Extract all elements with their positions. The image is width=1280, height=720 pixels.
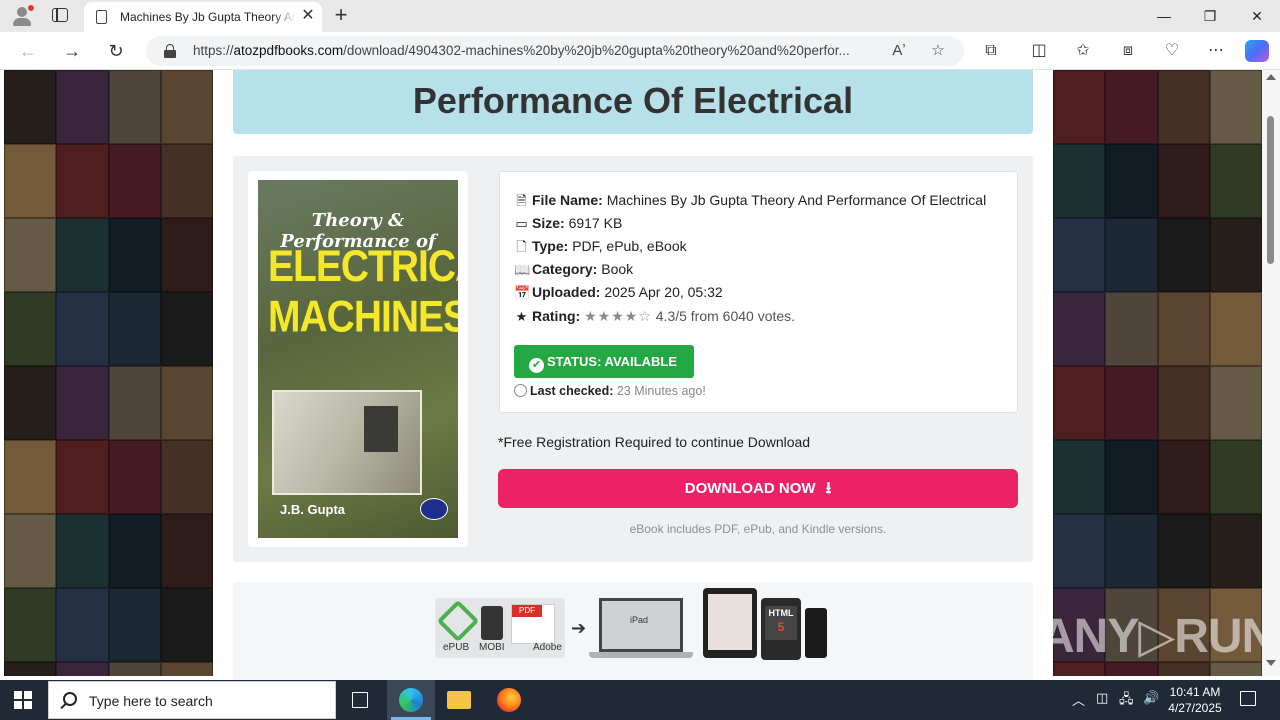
cover-title: ELECTRICAL MACHINES: [268, 242, 458, 342]
book-icon: 📖: [514, 262, 531, 277]
type-row: 🗋 Type: PDF, ePub, eBook: [514, 238, 686, 258]
rating-row: ★ Rating: ★★★★☆ 4.3/5 from 6040 votes.: [515, 308, 796, 324]
search-placeholder: Type here to search: [89, 693, 213, 709]
book-cover-image: Theory & Performance of ELECTRICAL MACHI…: [258, 180, 458, 538]
task-view-icon: [352, 692, 368, 708]
mobi-icon: [481, 606, 503, 640]
folder-icon: [447, 691, 471, 709]
firefox-icon: [497, 688, 521, 712]
close-window-button[interactable]: ✕: [1234, 0, 1280, 32]
refresh-icon[interactable]: ↻: [104, 39, 128, 63]
forward-icon[interactable]: →: [60, 39, 84, 63]
scroll-up-icon: [1266, 74, 1276, 80]
taskbar-search[interactable]: Type here to search: [48, 681, 336, 719]
cover-machine-illustration: [272, 390, 422, 495]
performance-icon[interactable]: ♡: [1160, 39, 1184, 63]
windows-start-icon[interactable]: [14, 691, 32, 709]
read-aloud-icon[interactable]: Aʼ: [888, 40, 910, 62]
arrow-right-icon: ➔: [571, 618, 587, 638]
anyrun-watermark: ANY▷RUN: [1040, 610, 1276, 663]
star-icon: ★: [515, 309, 528, 324]
collections-icon[interactable]: ⧈: [1116, 39, 1140, 63]
url-text[interactable]: https://atozpdfbooks.com/download/490430…: [193, 43, 883, 58]
tab-title: Machines By Jb Gupta Theory And Performa…: [120, 10, 296, 24]
book-detail-panel: Theory & Performance of ELECTRICAL MACHI…: [233, 156, 1033, 562]
favorite-icon[interactable]: ☆: [927, 40, 949, 62]
volume-icon[interactable]: 🔊: [1143, 690, 1159, 706]
browser-tab-bar: Machines By Jb Gupta Theory And Performa…: [0, 0, 1280, 32]
laptop-device-image: iPad: [589, 598, 693, 658]
status-badge: ✔ STATUS: AVAILABLE: [514, 345, 694, 378]
ebook-versions-note: eBook includes PDF, ePub, and Kindle ver…: [629, 522, 887, 536]
file-icon: 🗎: [516, 193, 527, 208]
search-icon: [63, 692, 77, 706]
drive-icon: ▭: [515, 216, 528, 231]
background-book-collage-right: [1053, 70, 1262, 676]
page-title: Performance Of Electrical: [412, 80, 854, 121]
registration-note: *Free Registration Required to continue …: [498, 434, 811, 450]
taskbar-firefox[interactable]: [485, 680, 533, 720]
notifications-icon[interactable]: [1240, 691, 1256, 706]
publisher-logo: [420, 498, 448, 520]
copilot-icon[interactable]: [1245, 40, 1269, 62]
minimize-button[interactable]: —: [1141, 0, 1187, 32]
taskbar-clock[interactable]: 10:41 AM 4/27/2025: [1166, 684, 1224, 716]
size-row: ▭ Size: 6917 KB: [515, 215, 623, 231]
url-field[interactable]: https://atozpdfbooks.com/download/490430…: [146, 36, 964, 66]
formats-banner: ePUB MOBI PDF Adobe ➔ iPad HTML 5: [233, 582, 1033, 680]
clock-icon: [514, 384, 527, 397]
taskbar-file-explorer[interactable]: [435, 680, 483, 720]
pdf-icon: PDF: [511, 604, 555, 644]
task-view-button[interactable]: [336, 680, 384, 720]
page-icon: [96, 10, 107, 24]
check-circle-icon: ✔: [529, 358, 544, 373]
rating-stars: ★★★★☆: [584, 308, 652, 324]
browser-tab-active[interactable]: Machines By Jb Gupta Theory And Performa…: [84, 2, 322, 32]
new-tab-button[interactable]: +: [331, 4, 351, 26]
download-icon: ⭳: [825, 480, 832, 497]
edge-icon: [399, 688, 423, 712]
calendar-icon: 📅: [514, 285, 531, 300]
tray-app-icon[interactable]: ◫: [1096, 690, 1108, 706]
epub-icon: [436, 599, 480, 643]
download-now-button[interactable]: DOWNLOAD NOW ⭳: [498, 469, 1018, 508]
cover-author: J.B. Gupta: [280, 502, 346, 517]
book-title-banner: Performance Of Electrical: [233, 70, 1033, 134]
split-screen-icon[interactable]: ◫: [1027, 39, 1051, 63]
scroll-down-icon: [1266, 660, 1276, 666]
uploaded-row: 📅 Uploaded: 2025 Apr 20, 05:32: [514, 284, 723, 300]
format-icons-group: ePUB MOBI PDF Adobe: [435, 598, 565, 658]
back-icon[interactable]: ←: [16, 39, 40, 63]
page-scrollbar[interactable]: [1262, 70, 1280, 676]
file-info-card: 🗎 File Name: Machines By Jb Gupta Theory …: [499, 171, 1018, 413]
file-type-icon: 🗋: [516, 239, 527, 254]
address-bar: ← → ↻ https://atozpdfbooks.com/download/…: [0, 32, 1280, 70]
profile-icon[interactable]: [10, 5, 34, 27]
network-icon[interactable]: 🖧: [1119, 690, 1134, 712]
scroll-thumb: [1267, 116, 1274, 264]
extensions-icon[interactable]: ⧉: [979, 39, 1003, 63]
category-row: 📖 Category: Book: [514, 261, 634, 277]
show-hidden-icons-icon[interactable]: ︿: [1072, 690, 1085, 709]
more-icon[interactable]: ⋯: [1204, 39, 1228, 63]
file-name-row: 🗎 File Name: Machines By Jb Gupta Theory …: [514, 192, 986, 212]
page-viewport: Performance Of Electrical Theory & Perfo…: [0, 70, 1280, 680]
lock-icon[interactable]: [164, 44, 176, 58]
small-phone-image: [805, 608, 827, 658]
tab-actions-icon[interactable]: [52, 8, 68, 22]
taskbar-edge[interactable]: [387, 680, 435, 720]
phone-device-image: HTML 5: [761, 598, 801, 660]
close-tab-icon[interactable]: ✕: [300, 8, 316, 24]
background-book-collage-left: [4, 70, 213, 676]
windows-taskbar: Type here to search ︿ ◫ 🖧 🔊 10:41 AM 4/2…: [0, 680, 1280, 720]
tablet-device-image: [703, 588, 757, 658]
favorites-icon[interactable]: ✩: [1071, 39, 1095, 63]
last-checked: Last checked: 23 Minutes ago!: [514, 384, 706, 398]
restore-button[interactable]: ❐: [1187, 0, 1233, 32]
book-cover-frame: Theory & Performance of ELECTRICAL MACHI…: [248, 171, 468, 547]
